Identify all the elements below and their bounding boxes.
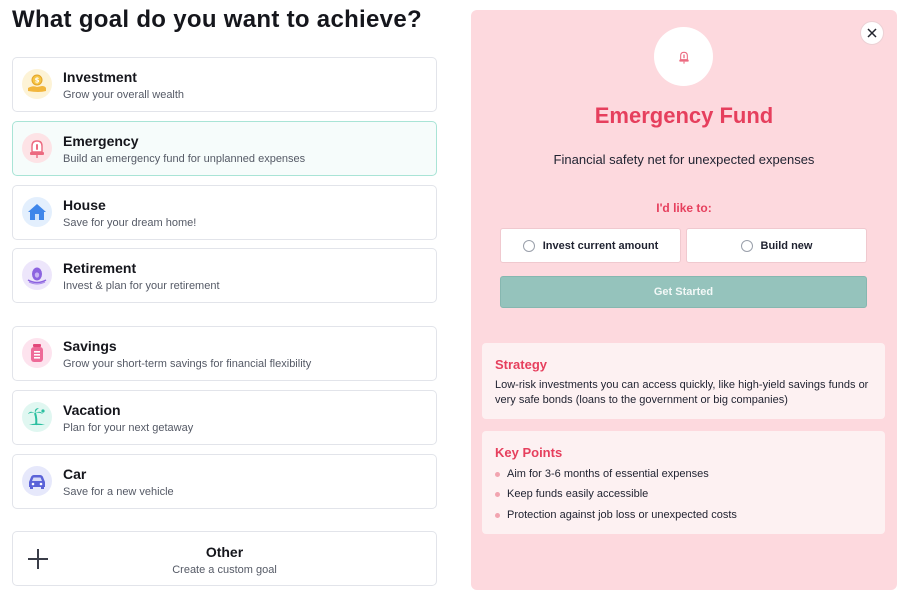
option-label: Invest current amount (542, 239, 659, 252)
radio-button[interactable] (522, 239, 535, 252)
goal-card-savings[interactable]: Savings Grow your short-term savings for… (12, 326, 437, 381)
strategy-text: Low-risk investments you can access quic… (495, 379, 869, 406)
retirement-nest-egg-icon (22, 260, 52, 290)
savings-jar-icon (22, 338, 52, 368)
radio-button[interactable] (740, 239, 753, 252)
bullet-dot (495, 471, 500, 477)
key-point-item: Keep funds easily accessible (495, 488, 648, 500)
svg-text:$: $ (35, 77, 40, 85)
key-points-title: Key Points (495, 445, 563, 460)
choose-label: I'd like to: (656, 201, 712, 215)
coin-hand-icon: $ (22, 69, 52, 99)
palm-tree-icon (22, 402, 52, 432)
car-icon (22, 466, 52, 496)
goal-title: Retirement (63, 260, 137, 276)
emergency-siren-icon (22, 133, 52, 163)
goal-detail-panel: Emergency Fund Financial safety net for … (471, 10, 897, 590)
goal-card-car[interactable]: Car Save for a new vehicle (12, 454, 437, 509)
option-build-new[interactable]: Build new (686, 228, 867, 263)
goal-title: Investment (63, 69, 137, 85)
goal-card-investment[interactable]: $ Investment Grow your overall wealth (12, 57, 437, 112)
close-icon (867, 26, 877, 41)
goal-title: Car (63, 466, 87, 482)
key-point-text: Protection against job loss or unexpecte… (507, 509, 737, 521)
goal-title: House (63, 197, 106, 213)
strategy-box: Strategy Low-risk investments you can ac… (482, 343, 885, 419)
goal-card-other[interactable]: Other Create a custom goal (12, 531, 437, 586)
option-label: Build new (760, 239, 813, 252)
goal-title: Emergency (63, 133, 139, 149)
key-point-item: Aim for 3-6 months of essential expenses (495, 468, 709, 480)
goal-subtitle: Grow your short-term savings for financi… (63, 358, 312, 370)
key-point-text: Keep funds easily accessible (507, 488, 649, 500)
goal-title: Savings (63, 338, 117, 354)
key-point-item: Protection against job loss or unexpecte… (495, 509, 737, 521)
goal-title: Vacation (63, 402, 121, 418)
key-point-text: Aim for 3-6 months of essential expenses (507, 468, 709, 480)
goal-subtitle: Create a custom goal (172, 564, 277, 576)
goal-subtitle: Save for a new vehicle (63, 486, 174, 498)
page-title: What goal do you want to achieve? (12, 6, 422, 33)
goal-card-house[interactable]: House Save for your dream home! (12, 185, 437, 240)
goal-subtitle: Invest & plan for your retirement (63, 280, 220, 292)
key-points-box: Key Points Aim for 3-6 months of essenti… (482, 431, 885, 534)
goal-subtitle: Build an emergency fund for unplanned ex… (63, 153, 306, 165)
bullet-dot (495, 491, 500, 497)
detail-subtitle: Financial safety net for unexpected expe… (553, 152, 815, 167)
close-button[interactable] (860, 21, 884, 45)
emergency-siren-icon (654, 27, 713, 86)
goal-subtitle: Grow your overall wealth (63, 89, 185, 101)
goal-card-emergency[interactable]: Emergency Build an emergency fund for un… (12, 121, 437, 176)
goal-card-retirement[interactable]: Retirement Invest & plan for your retire… (12, 248, 437, 303)
bullet-dot (495, 512, 500, 518)
goal-card-vacation[interactable]: Vacation Plan for your next getaway (12, 390, 437, 445)
detail-title: Emergency Fund (594, 103, 774, 128)
option-invest-current-amount[interactable]: Invest current amount (500, 228, 681, 263)
goal-subtitle: Plan for your next getaway (63, 422, 194, 434)
house-icon (22, 197, 52, 227)
goal-subtitle: Save for your dream home! (63, 217, 197, 229)
strategy-title: Strategy (495, 357, 548, 372)
get-started-button[interactable]: Get Started (500, 276, 867, 308)
goal-title: Other (205, 544, 244, 560)
